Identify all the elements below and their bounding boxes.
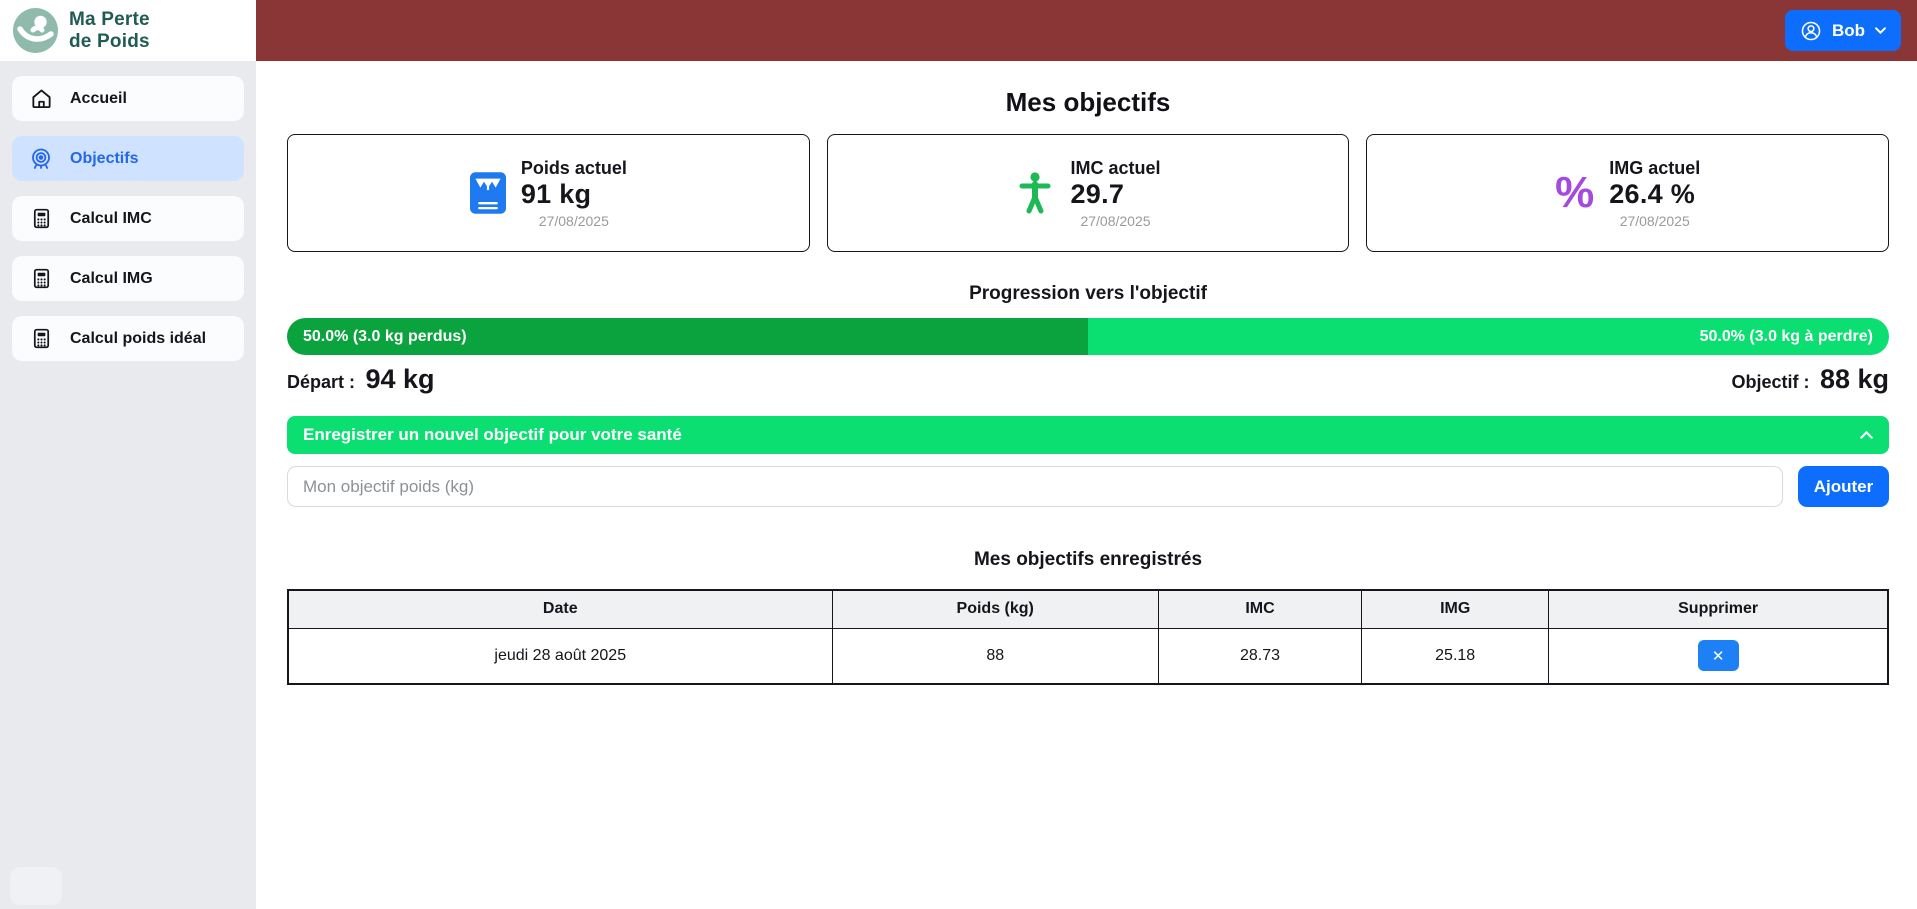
start-goal-row: Départ : 94 kg Objectif : 88 kg — [287, 364, 1889, 395]
new-objective-banner[interactable]: Enregistrer un nouvel objectif pour votr… — [287, 416, 1889, 454]
card-date: 27/08/2025 — [1609, 213, 1700, 229]
sidebar-item-label: Calcul poids idéal — [70, 330, 206, 348]
sidebar-item-calcul-imc[interactable]: Calcul IMC — [12, 196, 244, 241]
card-date: 27/08/2025 — [1070, 213, 1160, 229]
new-objective-form: Ajouter — [287, 466, 1889, 507]
cell-imc: 28.73 — [1158, 628, 1361, 684]
app-logo-icon — [13, 8, 58, 53]
col-header-supprimer: Supprimer — [1549, 590, 1888, 628]
card-value: 91 kg — [521, 179, 627, 210]
card-date: 27/08/2025 — [521, 213, 627, 229]
goal-weight-label: Objectif : — [1731, 372, 1809, 392]
sidebar-bottom-placeholder — [10, 867, 62, 905]
user-menu-button[interactable]: Bob — [1785, 10, 1901, 51]
card-title: IMG actuel — [1609, 158, 1700, 179]
app-logo: Ma Perte de Poids — [0, 0, 256, 61]
cell-img: 25.18 — [1362, 628, 1549, 684]
saved-objectives-table: Date Poids (kg) IMC IMG Supprimer jeudi … — [287, 589, 1889, 685]
home-icon — [29, 87, 53, 111]
progress-title: Progression vers l'objectif — [287, 283, 1889, 305]
main-content: Mes objectifs Poids actuel 91 kg 27/08 — [256, 61, 1917, 909]
person-icon — [1015, 170, 1055, 216]
cell-date: jeudi 28 août 2025 — [288, 628, 832, 684]
target-icon — [29, 147, 53, 171]
card-value: 26.4 % — [1609, 179, 1700, 210]
progress-remaining: 50.0% (3.0 kg à perdre) — [1088, 318, 1889, 355]
card-text: IMC actuel 29.7 27/08/2025 — [1070, 158, 1160, 229]
objective-weight-input[interactable] — [287, 466, 1783, 507]
chevron-down-icon — [1875, 27, 1886, 34]
user-name-label: Bob — [1832, 21, 1865, 41]
person-circle-icon — [1800, 20, 1822, 42]
card-text: IMG actuel 26.4 % 27/08/2025 — [1609, 158, 1700, 229]
start-weight: Départ : 94 kg — [287, 364, 435, 395]
sidebar-item-calcul-img[interactable]: Calcul IMG — [12, 256, 244, 301]
card-value: 29.7 — [1070, 179, 1160, 210]
calculator-icon — [29, 207, 53, 231]
calculator-icon — [29, 327, 53, 351]
col-header-img: IMG — [1362, 590, 1549, 628]
delete-objective-button[interactable]: ✕ — [1698, 640, 1739, 671]
start-weight-label: Départ : — [287, 372, 355, 392]
card-title: IMC actuel — [1070, 158, 1160, 179]
progress-remaining-label: 50.0% (3.0 kg à perdre) — [1700, 328, 1873, 346]
table-header-row: Date Poids (kg) IMC IMG Supprimer — [288, 590, 1888, 628]
goal-weight-value: 88 kg — [1820, 364, 1889, 394]
progress-done-label: 50.0% (3.0 kg perdus) — [303, 328, 467, 346]
card-title: Poids actuel — [521, 158, 627, 179]
saved-objectives-title: Mes objectifs enregistrés — [287, 549, 1889, 571]
card-img-actuel: % IMG actuel 26.4 % 27/08/2025 — [1366, 134, 1889, 252]
new-objective-banner-label: Enregistrer un nouvel objectif pour votr… — [303, 425, 682, 445]
cell-poids: 88 — [832, 628, 1158, 684]
col-header-date: Date — [288, 590, 832, 628]
header-bar: Bob — [256, 0, 1917, 61]
goal-weight: Objectif : 88 kg — [1731, 364, 1889, 395]
objective-progress-bar: 50.0% (3.0 kg perdus) 50.0% (3.0 kg à pe… — [287, 318, 1889, 355]
app-title: Ma Perte de Poids — [69, 9, 150, 52]
table-row: jeudi 28 août 2025 88 28.73 25.18 ✕ — [288, 628, 1888, 684]
add-objective-button[interactable]: Ajouter — [1798, 466, 1889, 507]
progress-done: 50.0% (3.0 kg perdus) — [287, 318, 1088, 355]
card-poids-actuel: Poids actuel 91 kg 27/08/2025 — [287, 134, 810, 252]
percent-icon: % — [1555, 171, 1594, 215]
sidebar-item-label: Calcul IMC — [70, 210, 152, 228]
sidebar-item-label: Accueil — [70, 90, 127, 108]
sidebar-item-label: Objectifs — [70, 150, 138, 168]
sidebar-item-objectifs[interactable]: Objectifs — [12, 136, 244, 181]
start-weight-value: 94 kg — [365, 364, 434, 394]
chevron-up-icon — [1860, 431, 1873, 439]
calculator-icon — [29, 267, 53, 291]
card-imc-actuel: IMC actuel 29.7 27/08/2025 — [827, 134, 1350, 252]
col-header-poids: Poids (kg) — [832, 590, 1158, 628]
sidebar-item-label: Calcul IMG — [70, 270, 153, 288]
cell-supprimer: ✕ — [1549, 628, 1888, 684]
scale-icon — [470, 172, 506, 214]
stat-cards: Poids actuel 91 kg 27/08/2025 IMC actuel — [287, 134, 1889, 252]
card-text: Poids actuel 91 kg 27/08/2025 — [521, 158, 627, 229]
top-bar: Ma Perte de Poids Bob — [0, 0, 1917, 61]
sidebar-item-accueil[interactable]: Accueil — [12, 76, 244, 121]
page-title: Mes objectifs — [287, 87, 1889, 118]
sidebar-item-calcul-poids-ideal[interactable]: Calcul poids idéal — [12, 316, 244, 361]
sidebar: Accueil Objectifs — [0, 61, 256, 909]
col-header-imc: IMC — [1158, 590, 1361, 628]
